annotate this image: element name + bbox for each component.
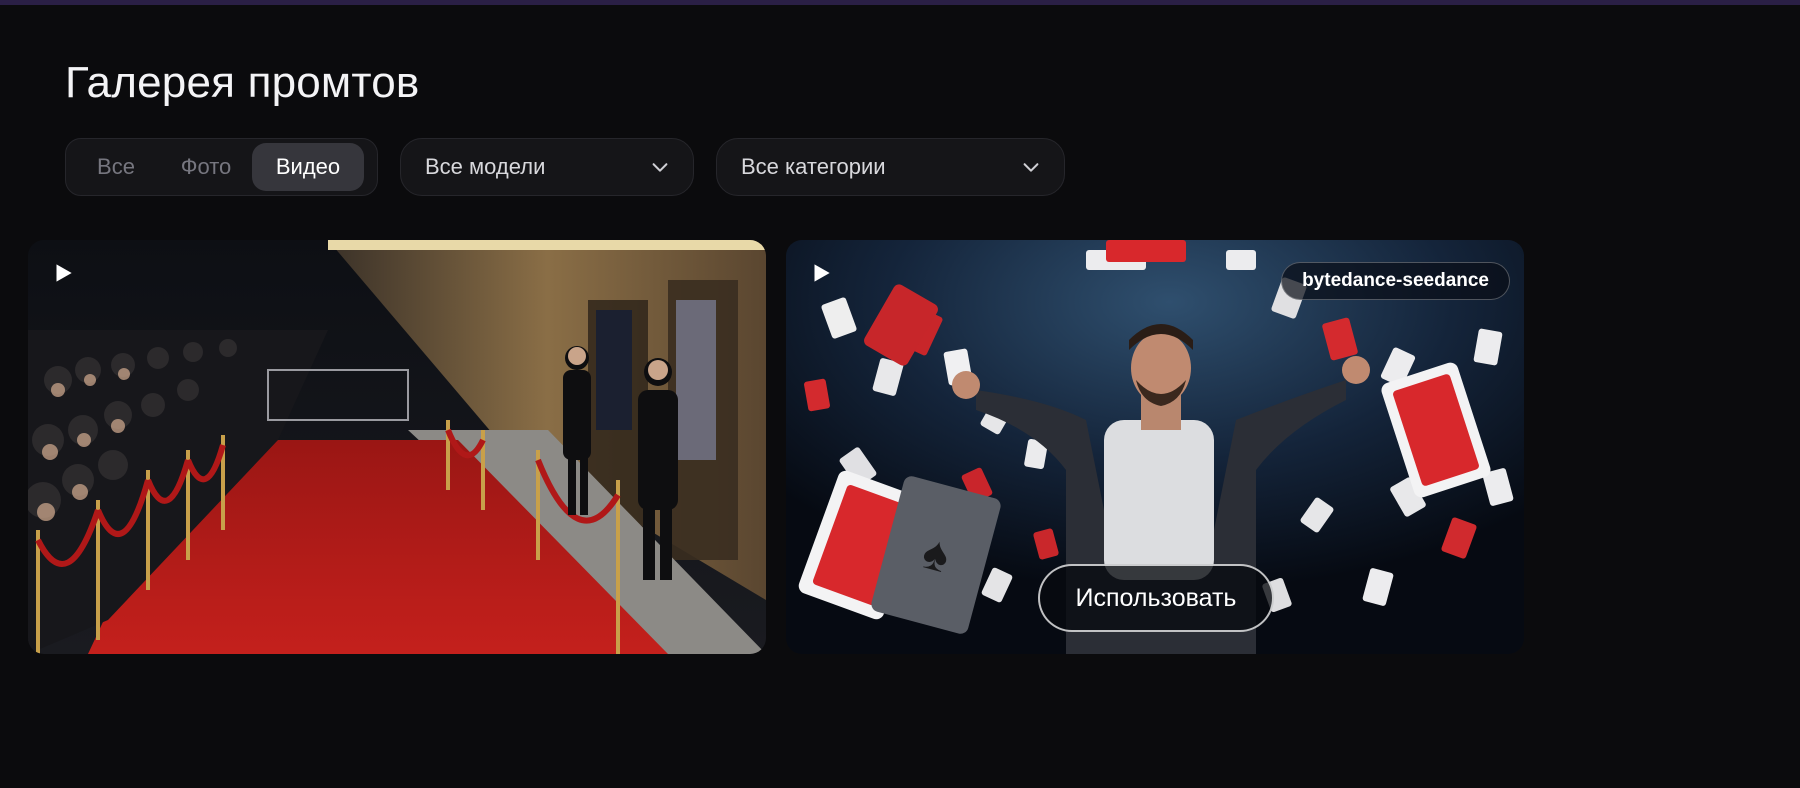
gallery-card[interactable]: ♠ bytedance-seedance Использовать bbox=[786, 240, 1524, 654]
red-carpet-thumbnail bbox=[28, 240, 766, 654]
filter-video-button[interactable]: Видео bbox=[252, 143, 364, 191]
play-icon bbox=[56, 264, 72, 282]
page-title: Галерея промтов bbox=[65, 58, 420, 107]
use-prompt-button[interactable]: Использовать bbox=[1038, 564, 1274, 632]
model-dropdown-value: Все модели bbox=[425, 154, 546, 179]
model-badge: bytedance-seedance bbox=[1281, 262, 1510, 300]
category-dropdown-value: Все категории bbox=[741, 154, 886, 179]
top-accent-strip bbox=[0, 0, 1800, 5]
play-icon bbox=[814, 264, 830, 282]
filter-all-button[interactable]: Все bbox=[72, 143, 160, 191]
chevron-down-icon bbox=[1023, 163, 1039, 172]
media-type-switcher: Все Фото Видео bbox=[65, 138, 378, 196]
category-dropdown[interactable]: Все категории bbox=[716, 138, 1065, 196]
filter-photo-button[interactable]: Фото bbox=[160, 143, 252, 191]
chevron-down-icon bbox=[652, 163, 668, 172]
gallery-card[interactable] bbox=[28, 240, 766, 654]
model-dropdown[interactable]: Все модели bbox=[400, 138, 694, 196]
